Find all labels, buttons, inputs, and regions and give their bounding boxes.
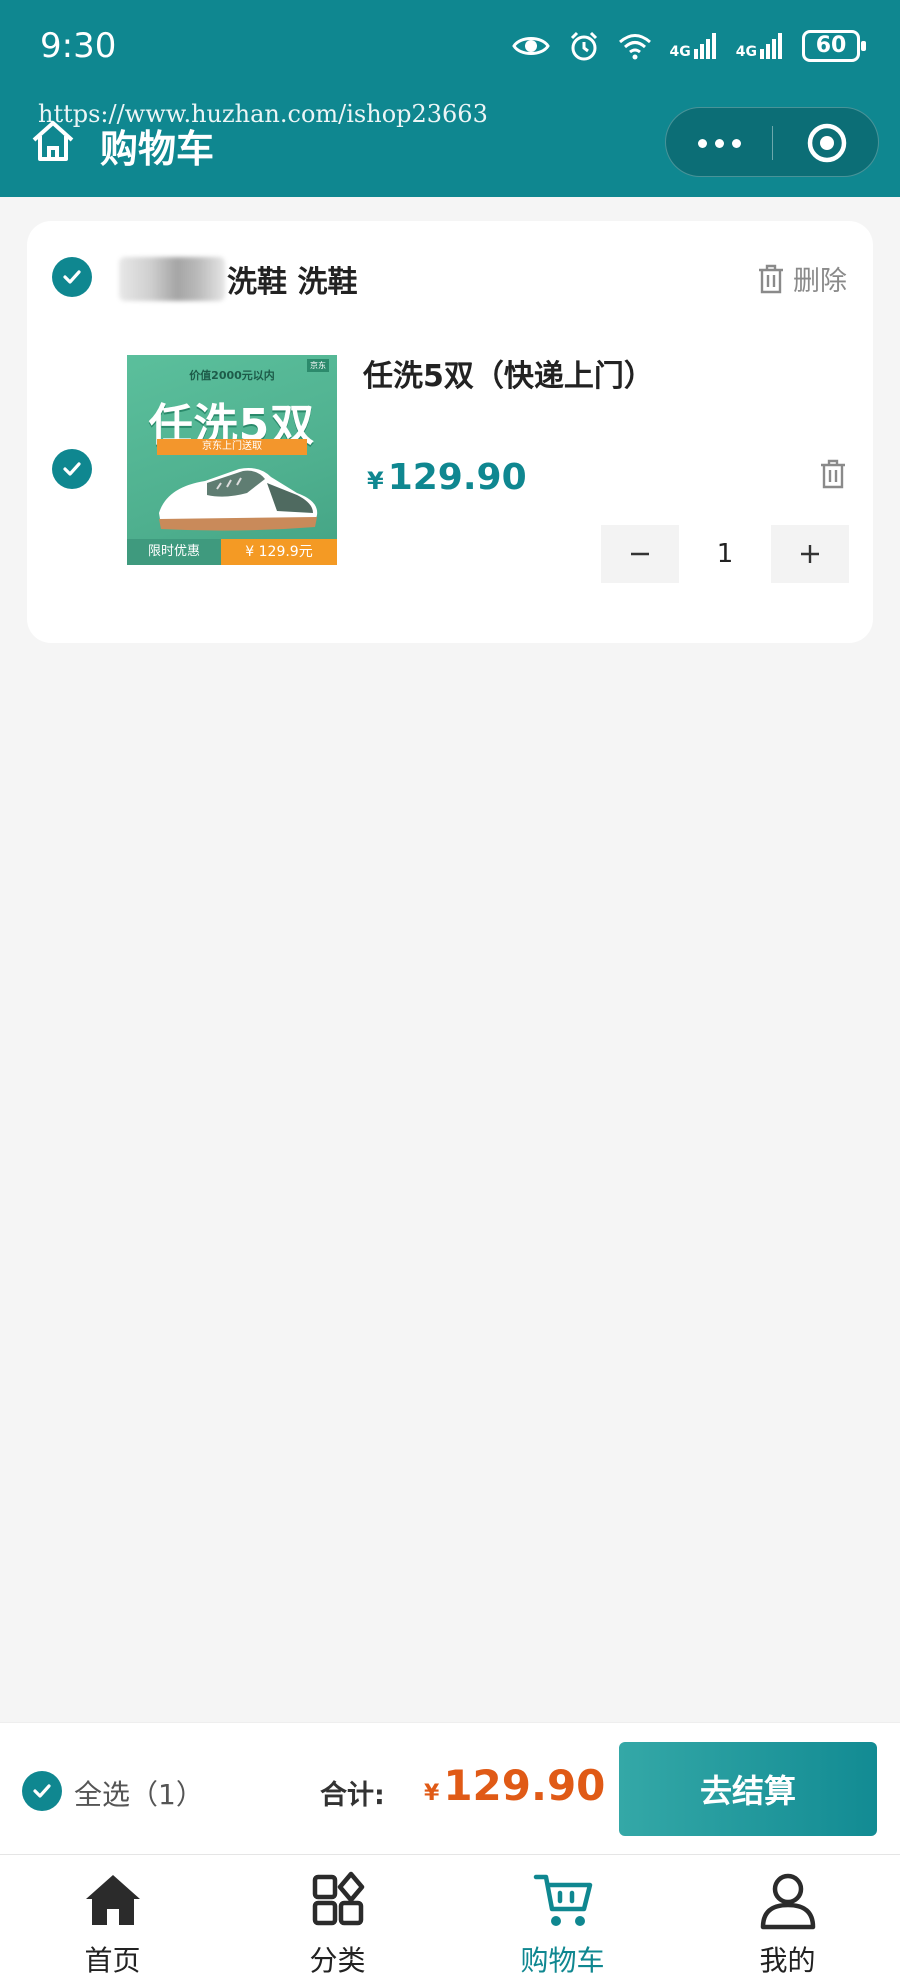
tab-home-label: 首页 <box>84 1944 141 1977</box>
trash-icon <box>759 264 783 293</box>
network-type-2: 4G <box>735 44 757 60</box>
battery-indicator: 60 <box>802 30 866 62</box>
header: 9:30 4G 4G 60 https://www.huzhan.com/ish… <box>0 0 900 197</box>
item-select-checkbox[interactable] <box>52 449 92 489</box>
trash-icon[interactable] <box>819 459 847 489</box>
tab-profile-label: 我的 <box>759 1944 816 1977</box>
product-price: ¥129.90 <box>367 457 527 498</box>
cart-shop-card: 洗鞋 洗鞋 删除 价值2000元以内 京东 任洗5双 京东上门送取 限时优惠 ¥… <box>27 221 873 643</box>
miniprogram-capsule <box>665 107 879 177</box>
tab-cart-label: 购物车 <box>520 1944 605 1977</box>
product-image-promo: 限时优惠 <box>127 539 221 565</box>
close-target-icon[interactable] <box>806 122 848 164</box>
signal-bars-icon <box>693 33 716 59</box>
total-amount: ¥129.90 <box>424 1761 605 1810</box>
tab-home[interactable]: 首页 <box>0 1855 225 1985</box>
checkout-button[interactable]: 去结算 <box>619 1742 877 1836</box>
product-image[interactable]: 价值2000元以内 京东 任洗5双 京东上门送取 限时优惠 ¥ 129.9元 <box>127 355 337 565</box>
plus-icon <box>801 545 819 563</box>
status-time: 9:30 <box>40 26 117 66</box>
home-icon[interactable] <box>30 118 76 164</box>
check-icon <box>33 1784 51 1798</box>
shop-delete-button[interactable]: 删除 <box>757 259 847 298</box>
eye-icon <box>511 37 550 55</box>
checkout-bar: 全选（1） 合计: ¥129.90 去结算 <box>0 1722 900 1854</box>
product-title[interactable]: 任洗5双（快递上门） <box>363 351 654 395</box>
more-icon[interactable] <box>666 108 772 178</box>
total-label: 合计: <box>320 1780 385 1811</box>
decrement-button[interactable] <box>601 525 679 583</box>
check-icon <box>63 462 81 476</box>
signal-bars-icon <box>760 33 782 59</box>
page-title: 购物车 <box>100 127 215 171</box>
select-all-label[interactable]: 全选（1） <box>74 1773 204 1813</box>
product-image-price: ¥ 129.9元 <box>221 539 337 565</box>
product-price-currency: ¥ <box>367 467 384 495</box>
quantity-value[interactable]: 1 <box>679 539 771 569</box>
home-icon <box>86 1875 140 1925</box>
tab-cart[interactable]: 购物车 <box>450 1855 675 1985</box>
network-type-1: 4G <box>669 44 691 60</box>
bottom-tab-bar: 首页 分类 购物车 我的 <box>0 1854 900 1985</box>
wifi-icon <box>618 34 651 60</box>
shop-delete-label: 删除 <box>793 266 847 297</box>
total-value: 129.90 <box>443 1761 606 1810</box>
status-icons: 4G 4G 60 <box>511 26 866 66</box>
user-icon <box>760 1873 816 1930</box>
shop-name[interactable]: 洗鞋 洗鞋 <box>119 255 357 303</box>
shop-select-checkbox[interactable] <box>52 257 92 297</box>
signal-1: 4G <box>670 33 718 59</box>
total-currency: ¥ <box>424 1781 440 1806</box>
tab-category[interactable]: 分类 <box>225 1855 450 1985</box>
cart-icon <box>533 1874 593 1926</box>
quantity-stepper: 1 <box>601 525 849 583</box>
tab-category-label: 分类 <box>309 1944 366 1977</box>
capsule-divider <box>772 126 773 160</box>
shop-name-text: 洗鞋 洗鞋 <box>227 265 358 300</box>
product-image-bottom: 限时优惠 ¥ 129.9元 <box>127 539 337 565</box>
sneaker-illustration <box>159 468 318 531</box>
select-all-checkbox[interactable] <box>22 1771 62 1811</box>
increment-button[interactable] <box>771 525 849 583</box>
product-price-value: 129.90 <box>387 457 527 498</box>
minus-icon <box>631 552 649 556</box>
product-image-logo: 京东 <box>307 359 329 372</box>
category-icon <box>312 1871 365 1926</box>
status-bar: 9:30 4G 4G 60 <box>0 0 900 95</box>
product-image-top-text: 价值2000元以内 <box>189 369 275 382</box>
signal-2: 4G <box>736 33 784 59</box>
blurred-shop-name <box>119 257 225 301</box>
check-icon <box>63 270 81 284</box>
alarm-icon <box>570 31 597 61</box>
tab-profile[interactable]: 我的 <box>675 1855 900 1985</box>
